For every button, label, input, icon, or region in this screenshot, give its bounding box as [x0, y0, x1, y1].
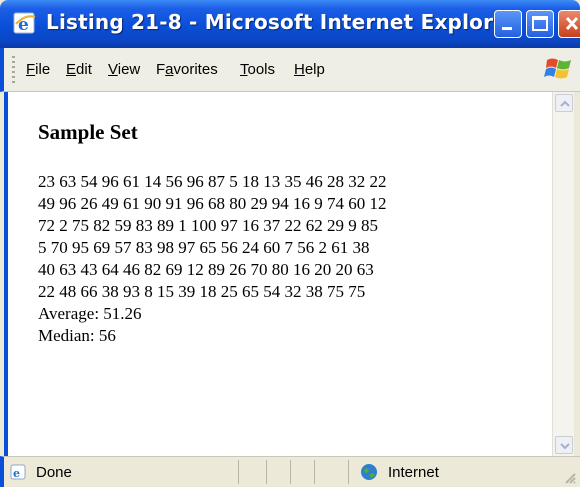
menu-tools-rest: ools	[247, 61, 276, 78]
scroll-up-button[interactable]	[555, 94, 573, 112]
number-line: 72 2 75 82 59 83 89 1 100 97 16 37 22 62…	[38, 216, 378, 235]
menu-help[interactable]: Help	[294, 61, 325, 78]
browser-window: e Listing 21-8 - Microsoft Internet Expl…	[0, 0, 580, 487]
internet-zone-icon	[360, 463, 378, 481]
menu-favorites[interactable]: Favorites	[156, 61, 218, 78]
number-line: 22 48 66 38 93 8 15 39 18 25 65 54 32 38…	[38, 282, 366, 301]
menu-tools[interactable]: Tools	[240, 61, 275, 78]
status-text: Done	[36, 464, 72, 481]
average-text: Average: 51.26	[38, 304, 142, 323]
menu-bar: File Edit View Favorites Tools Help	[0, 48, 580, 92]
menu-favorites-pre: F	[156, 61, 166, 78]
menu-view[interactable]: View	[108, 61, 140, 78]
minimize-button[interactable]	[494, 10, 522, 38]
minimize-icon	[502, 27, 512, 30]
chevron-down-icon	[560, 443, 570, 450]
menu-edit[interactable]: Edit	[66, 61, 92, 78]
vertical-scrollbar[interactable]	[552, 92, 574, 456]
status-divider	[290, 460, 291, 484]
maximize-icon	[532, 16, 548, 31]
status-divider	[266, 460, 267, 484]
page-heading: Sample Set	[38, 120, 138, 144]
menu-view-rest: iew	[117, 61, 141, 78]
menu-help-rest: elp	[304, 61, 325, 78]
svg-text:e: e	[13, 467, 20, 480]
windows-logo-icon	[544, 54, 574, 84]
status-divider	[348, 460, 349, 484]
ie-icon[interactable]: e	[12, 10, 38, 36]
status-bar: e Done Internet	[0, 456, 580, 487]
page-done-icon: e	[10, 463, 28, 481]
menu-view-accel: V	[108, 61, 118, 78]
menu-file-rest: ile	[35, 61, 51, 78]
menu-edit-accel: E	[66, 61, 77, 78]
menu-favorites-accel: a	[165, 61, 174, 78]
security-zone-label: Internet	[388, 464, 439, 481]
status-divider	[238, 460, 239, 484]
page-viewport[interactable]: Sample Set 23 63 54 96 61 14 56 96 87 5 …	[4, 92, 574, 456]
chevron-up-icon	[560, 100, 570, 107]
menu-edit-rest: dit	[76, 61, 92, 78]
number-line: 5 70 95 69 57 83 98 97 65 56 24 60 7 56 …	[38, 238, 370, 257]
toolbar-grip[interactable]	[12, 56, 15, 84]
menu-favorites-rest: vorites	[173, 61, 218, 78]
number-line: 23 63 54 96 61 14 56 96 87 5 18 13 35 46…	[38, 172, 387, 191]
menu-tools-accel: T	[240, 61, 248, 78]
menu-file[interactable]: File	[26, 61, 50, 78]
number-line: 40 63 43 64 46 82 69 12 89 26 70 80 16 2…	[38, 260, 374, 279]
median-text: Median: 56	[38, 326, 116, 345]
number-line: 49 96 26 49 61 90 91 96 68 80 29 94 16 9…	[38, 194, 387, 213]
menu-file-accel: F	[26, 61, 36, 78]
close-icon	[565, 16, 579, 31]
title-bar[interactable]: e Listing 21-8 - Microsoft Internet Expl…	[0, 0, 580, 48]
maximize-button[interactable]	[526, 10, 554, 38]
page-content: Sample Set 23 63 54 96 61 14 56 96 87 5 …	[38, 120, 538, 347]
window-title: Listing 21-8 - Microsoft Internet Explor…	[46, 10, 517, 34]
resize-grip[interactable]	[562, 470, 576, 484]
menu-help-accel: H	[294, 61, 305, 78]
status-divider	[314, 460, 315, 484]
close-button[interactable]	[558, 10, 580, 38]
sample-numbers: 23 63 54 96 61 14 56 96 87 5 18 13 35 46…	[38, 171, 538, 303]
scroll-down-button[interactable]	[555, 436, 573, 454]
